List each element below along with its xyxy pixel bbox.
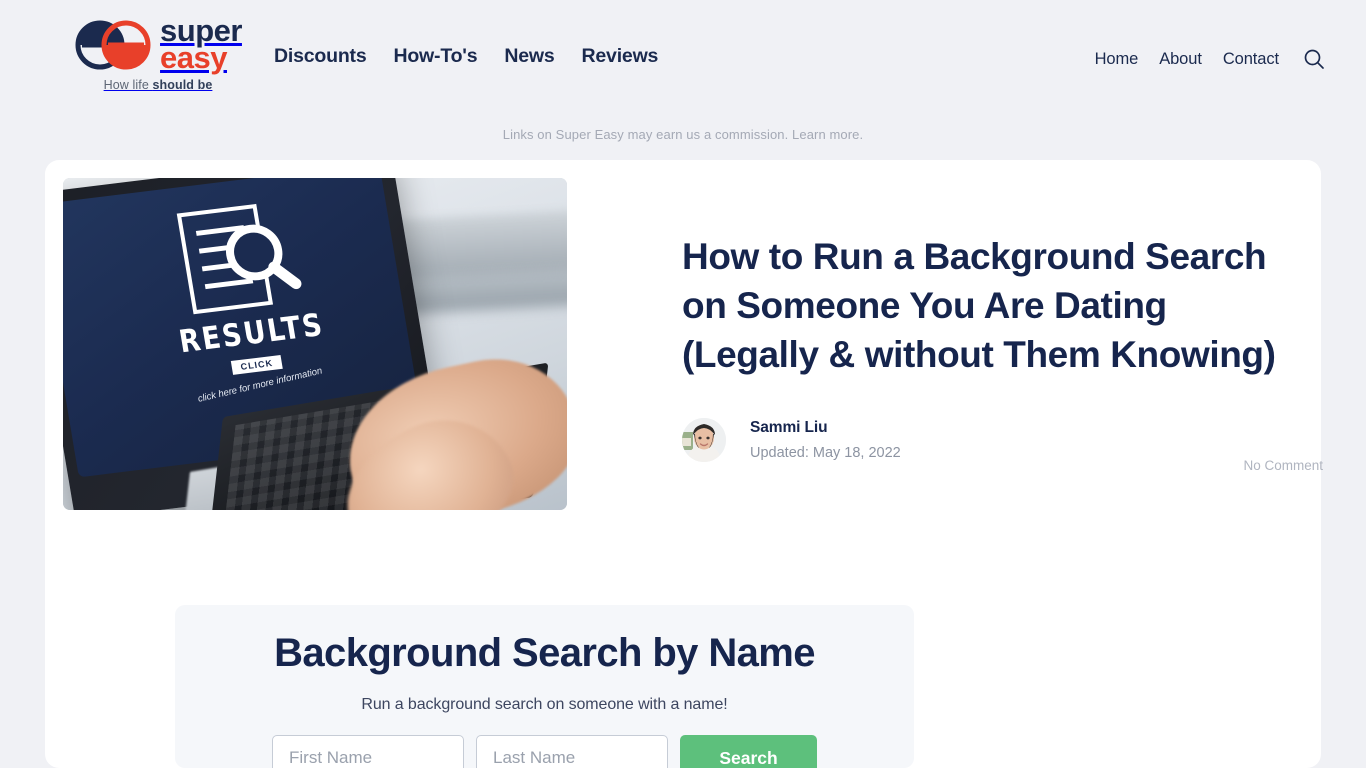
nav-item-home[interactable]: Home bbox=[1095, 50, 1139, 69]
page-title: How to Run a Background Search on Someon… bbox=[682, 236, 1276, 376]
screen-click-badge: CLICK bbox=[230, 354, 284, 375]
affiliate-disclaimer: Links on Super Easy may earn us a commis… bbox=[502, 127, 864, 142]
site-logo[interactable]: super easy How life should be bbox=[42, 15, 274, 92]
site-header: super easy How life should be Discounts … bbox=[0, 0, 1366, 112]
tagline-bold: should be bbox=[152, 78, 213, 93]
author-name[interactable]: Sammi Liu bbox=[750, 419, 901, 437]
background-search-widget: Background Search by Name Run a backgrou… bbox=[175, 605, 914, 768]
page-root: super easy How life should be Discounts … bbox=[0, 0, 1366, 768]
widget-subtitle: Run a background search on someone with … bbox=[361, 696, 728, 713]
comment-count[interactable]: No Comment bbox=[1243, 458, 1323, 473]
article-meta: Sammi Liu Updated: May 18, 2022 bbox=[682, 417, 1282, 462]
article-header: How to Run a Background Search on Someon… bbox=[682, 232, 1323, 473]
logo-tagline: How life should be bbox=[104, 78, 213, 92]
avatar bbox=[682, 417, 726, 462]
secondary-navigation: Home About Contact bbox=[1095, 47, 1326, 71]
article-hero-image: RESULTS CLICK click here for more inform… bbox=[63, 178, 567, 510]
nav-item-discounts[interactable]: Discounts bbox=[274, 45, 367, 68]
widget-form: Search bbox=[175, 735, 914, 768]
widget-heading: Background Search by Name bbox=[274, 631, 815, 675]
first-name-input[interactable] bbox=[272, 735, 464, 768]
primary-navigation: Discounts How-To's News Reviews bbox=[274, 45, 658, 68]
tagline-prefix: How life bbox=[103, 78, 153, 93]
logo-row: super easy bbox=[74, 15, 242, 75]
nav-item-news[interactable]: News bbox=[504, 45, 554, 68]
article-meta-text: Sammi Liu Updated: May 18, 2022 bbox=[750, 419, 901, 461]
supereasy-logo-icon bbox=[75, 20, 151, 70]
search-icon[interactable] bbox=[1302, 47, 1326, 71]
last-name-input[interactable] bbox=[476, 735, 668, 768]
nav-item-contact[interactable]: Contact bbox=[1223, 50, 1279, 69]
updated-date: Updated: May 18, 2022 bbox=[750, 444, 901, 461]
search-button[interactable]: Search bbox=[680, 735, 817, 768]
content-card: RESULTS CLICK click here for more inform… bbox=[45, 160, 1323, 768]
nav-item-how-tos[interactable]: How-To's bbox=[393, 45, 477, 68]
nav-item-reviews[interactable]: Reviews bbox=[582, 45, 659, 68]
nav-item-about[interactable]: About bbox=[1159, 50, 1202, 69]
logo-wordmark: super easy bbox=[160, 15, 242, 75]
document-search-icon bbox=[176, 203, 302, 315]
logo-word-easy: easy bbox=[160, 39, 227, 75]
